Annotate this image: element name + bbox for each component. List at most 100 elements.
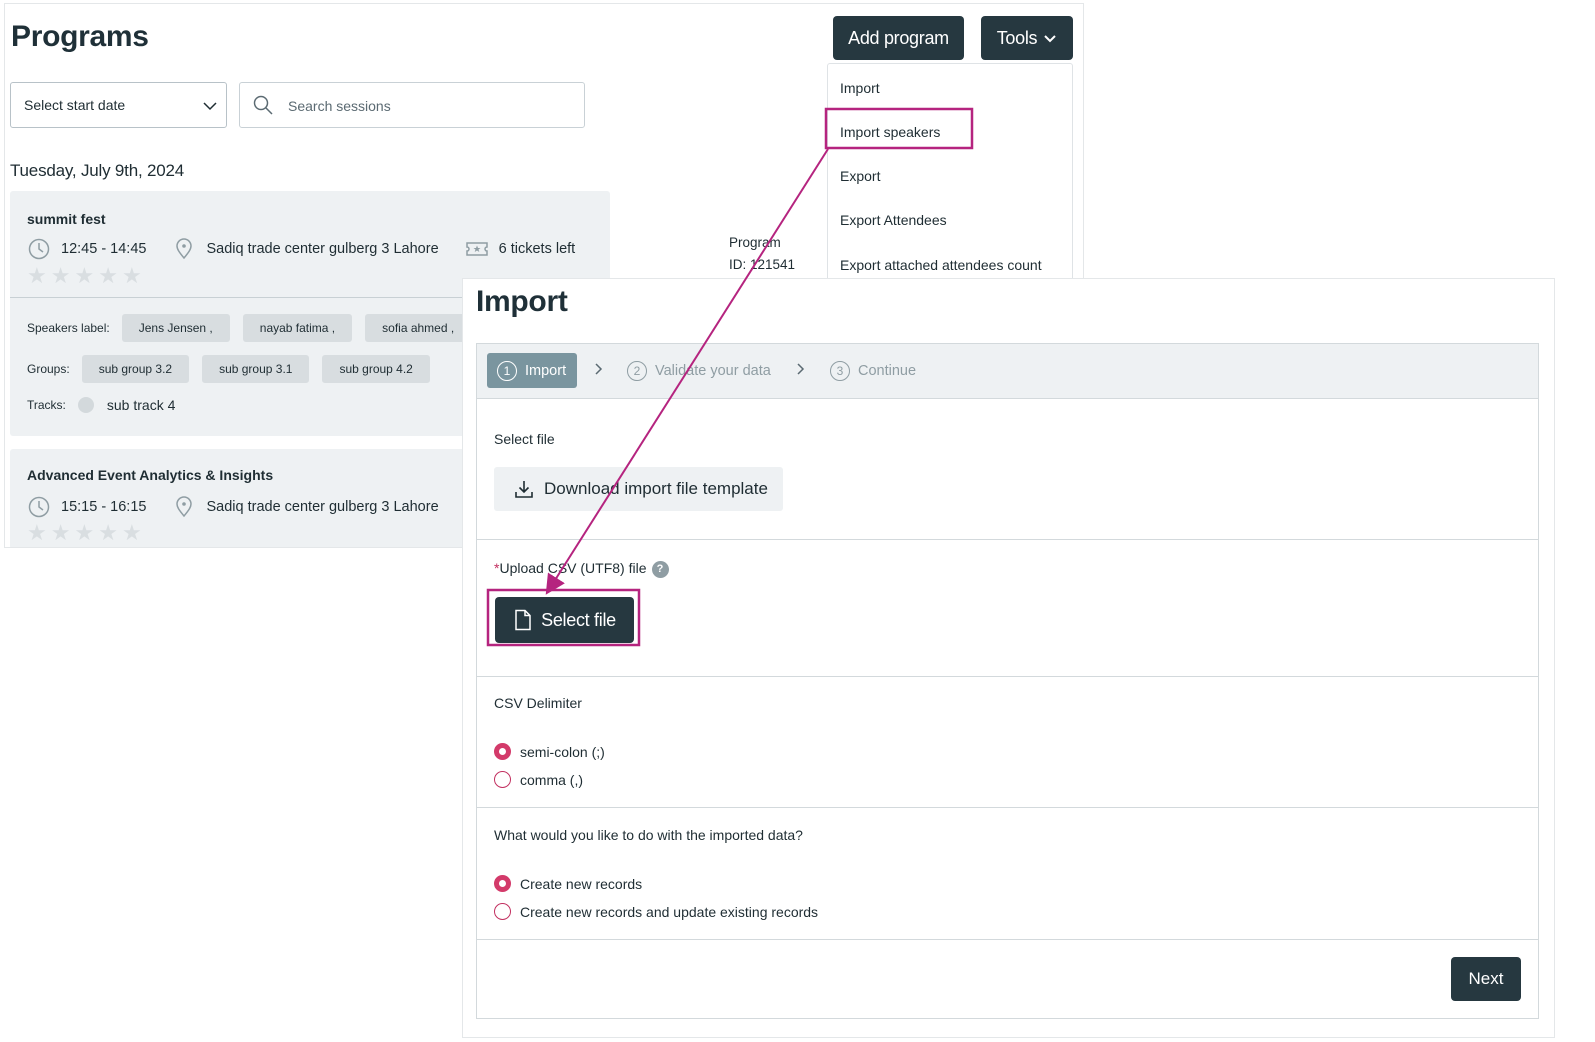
session-time: 12:45 - 14:45 [27,237,146,261]
help-icon[interactable]: ? [651,560,669,578]
data-option-create[interactable]: Create new records [494,875,642,892]
star-icon[interactable]: ★ [27,522,47,544]
session-title: Advanced Event Analytics & Insights [27,467,274,483]
chevron-down-icon [203,102,217,111]
chevron-right-icon [595,363,603,375]
page-title: Programs [11,20,149,53]
step-number: 1 [497,360,517,381]
rating-stars[interactable]: ★ ★ ★ ★ ★ [27,522,142,544]
speakers-row: Speakers label: Jens Jensen , nayab fati… [27,314,484,342]
step-number: 2 [627,360,647,381]
search-sessions-box[interactable] [239,82,585,128]
download-icon [515,481,533,498]
speaker-chip[interactable]: Jens Jensen , [121,314,230,342]
ticket-icon [465,242,488,256]
clock-icon [28,496,50,518]
star-icon[interactable]: ★ [122,522,142,544]
data-question: What would you like to do with the impor… [494,827,803,843]
option-label: Create new records and update existing r… [520,903,819,920]
data-option-create-update[interactable]: Create new records and update existing r… [494,903,818,920]
star-icon[interactable]: ★ [51,265,71,287]
star-icon[interactable]: ★ [98,522,118,544]
session-time-text: 12:45 - 14:45 [61,241,147,257]
delimiter-option-comma[interactable]: comma (,) [494,771,583,788]
speakers-label: Speakers label: [27,321,110,335]
star-icon[interactable]: ★ [98,265,118,287]
session-location: Sadiq trade center gulberg 3 Lahore [172,495,439,519]
menu-item-import-speakers[interactable]: Import speakers [840,124,940,140]
download-template-button[interactable]: Download import file template [494,467,783,511]
option-label: semi-colon (;) [520,743,605,760]
star-icon[interactable]: ★ [74,265,94,287]
step-continue[interactable]: 3 Continue [830,353,916,388]
search-input[interactable] [288,93,568,119]
speaker-chip[interactable]: sofia ahmed , [365,314,472,342]
group-chip[interactable]: sub group 3.1 [202,355,310,383]
next-button[interactable]: Next [1451,957,1521,1001]
delimiter-option-semicolon[interactable]: semi-colon (;) [494,743,605,760]
menu-item-export-attendees[interactable]: Export Attendees [840,212,947,228]
day-header: Tuesday, July 9th, 2024 [10,161,185,180]
track-color-dot [77,397,94,413]
start-date-value: Select start date [24,97,126,113]
upload-label: *Upload CSV (UTF8) file? [494,560,669,578]
rating-stars[interactable]: ★ ★ ★ ★ ★ [27,265,142,287]
delimiter-label: CSV Delimiter [494,695,582,711]
option-label: Create new records [520,875,643,892]
radio-unchecked[interactable] [494,903,511,920]
tracks-label: Tracks: [27,398,66,412]
star-icon[interactable]: ★ [122,265,142,287]
select-file-button[interactable]: Select file [495,597,634,643]
chevron-down-icon [1044,35,1056,43]
session-time-text: 15:15 - 16:15 [61,499,147,515]
star-icon[interactable]: ★ [27,265,47,287]
tools-dropdown-menu: Import Import speakers Export Export Att… [827,63,1073,293]
session-meta: 15:15 - 16:15 Sadiq trade center gulberg… [27,495,439,519]
menu-item-import[interactable]: Import [840,80,880,96]
upload-label-text: Upload CSV (UTF8) file [499,560,647,576]
step-import[interactable]: 1 Import [487,353,577,388]
radio-checked[interactable] [494,743,511,760]
group-chip[interactable]: sub group 4.2 [322,355,430,383]
radio-unchecked[interactable] [494,771,511,788]
select-file-label: Select file [494,431,555,447]
program-id-line2: ID: 121541 [729,257,796,272]
track-name: sub track 4 [106,397,176,413]
menu-item-export-attached-count[interactable]: Export attached attendees count [840,257,1042,273]
step-validate[interactable]: 2 Validate your data [627,353,771,388]
session-meta: 12:45 - 14:45 Sadiq trade center gulberg… [27,237,575,261]
star-icon[interactable]: ★ [51,522,71,544]
session-location-text: Sadiq trade center gulberg 3 Lahore [206,241,439,257]
data-handling-section: What would you like to do with the impor… [477,808,1538,940]
menu-item-export[interactable]: Export [840,168,880,184]
wizard-steps: 1 Import 2 Validate your data 3 Continue [477,344,1538,399]
session-tickets-text: 6 tickets left [498,241,576,257]
session-location: Sadiq trade center gulberg 3 Lahore [172,237,439,261]
file-icon [515,609,531,631]
template-section: Select file Download import file templat… [477,399,1538,540]
search-icon [253,95,273,115]
step-label: Import [525,362,567,379]
step-number: 3 [830,360,850,381]
import-page: Import 1 Import 2 Validate your data 3 C… [462,278,1555,1038]
step-label: Validate your data [655,362,771,379]
program-id: Program ID: 121541 [729,232,795,276]
clock-icon [28,238,50,260]
speaker-chip[interactable]: nayab fatima , [242,314,353,342]
tools-button[interactable]: Tools [981,16,1073,60]
radio-checked[interactable] [494,875,511,892]
group-chip[interactable]: sub group 3.2 [81,355,190,383]
tracks-row: Tracks: sub track 4 [27,397,175,413]
chevron-right-icon [797,363,805,375]
delimiter-section: CSV Delimiter semi-colon (;) comma (,) [477,677,1538,808]
session-title: summit fest [27,211,106,227]
map-pin-icon [176,496,193,518]
add-program-button[interactable]: Add program [833,16,964,60]
start-date-select[interactable]: Select start date [10,82,227,128]
program-id-line1: Program [729,235,781,250]
step-label: Continue [858,362,917,379]
option-label: comma (,) [520,771,583,788]
session-tickets: 6 tickets left [465,237,576,261]
session-time: 15:15 - 16:15 [27,495,146,519]
star-icon[interactable]: ★ [74,522,94,544]
